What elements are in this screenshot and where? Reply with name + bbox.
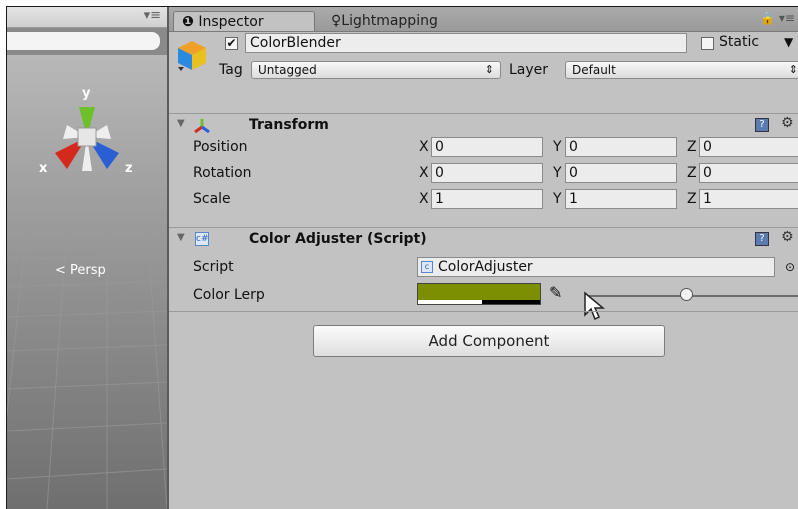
position-y-field[interactable]: 0 <box>565 137 677 157</box>
rotation-label: Rotation <box>193 165 252 181</box>
tab-inspector-label: Inspector <box>198 14 264 30</box>
scale-x-field[interactable]: 1 <box>431 189 543 209</box>
axis-z-label: Z <box>687 191 697 207</box>
scale-z-field[interactable]: 1 <box>699 189 798 209</box>
axis-y-label: Y <box>553 139 562 155</box>
transform-axes-icon <box>194 119 210 133</box>
script-object-field[interactable]: c ColorAdjuster <box>417 257 775 277</box>
color-adjuster-header[interactable]: ▼ c# Color Adjuster (Script) ? ⚙ <box>169 227 798 250</box>
eyedropper-icon[interactable]: ✎ <box>549 283 562 302</box>
tab-lightmapping[interactable]: ♀Lightmapping <box>323 11 483 31</box>
scene-search-input[interactable] <box>7 31 161 51</box>
editor-window: ▾≡ < Persp y x z ❶ Inspector ♀Lightmappi… <box>6 6 798 509</box>
foldout-arrow-icon[interactable]: ▼ <box>177 118 185 129</box>
tab-inspector[interactable]: ❶ Inspector <box>173 11 315 31</box>
add-component-button[interactable]: Add Component <box>313 325 665 357</box>
gear-icon[interactable]: ⚙ <box>781 115 794 131</box>
axis-y-label: Y <box>553 191 562 207</box>
axis-x-label: X <box>419 165 429 181</box>
axis-z-label: Z <box>687 165 697 181</box>
position-x-field[interactable]: 0 <box>431 137 543 157</box>
transform-header[interactable]: ▼ Transform ? ⚙ <box>169 113 798 136</box>
script-file-icon: c <box>421 261 433 273</box>
rotation-y-field[interactable]: 0 <box>565 163 677 183</box>
mouse-cursor-icon <box>584 291 605 321</box>
gear-icon[interactable]: ⚙ <box>781 229 794 245</box>
layer-value: Default <box>572 63 616 77</box>
position-z-field[interactable]: 0 <box>699 137 798 157</box>
lock-icon[interactable]: 🔒 ▾≡ <box>760 11 795 25</box>
dropdown-arrow-icon: ⇕ <box>788 63 798 76</box>
help-icon[interactable]: ? <box>755 232 769 246</box>
gizmo-z-label: z <box>125 161 133 176</box>
panel-menu-icon[interactable]: ▾≡ <box>144 8 161 23</box>
script-value: ColorAdjuster <box>438 259 533 275</box>
foldout-arrow-icon[interactable]: ▼ <box>177 232 185 243</box>
layer-dropdown[interactable]: Default ⇕ <box>565 61 798 79</box>
active-checkbox[interactable]: ✔ <box>225 37 238 50</box>
script-label: Script <box>193 259 234 275</box>
scene-orientation-gizmo-icon[interactable]: y x z <box>27 77 147 197</box>
color-swatch[interactable] <box>417 283 541 305</box>
inspector-panel: ❶ Inspector ♀Lightmapping 🔒 ▾≡ ✔ ColorBl… <box>169 7 798 509</box>
lightbulb-icon: ♀ <box>331 13 342 29</box>
axis-z-label: Z <box>687 139 697 155</box>
scene-view[interactable]: ▾≡ < Persp y x z <box>7 7 169 509</box>
object-name-field[interactable]: ColorBlender <box>245 33 687 53</box>
object-header: ✔ ColorBlender Static ▼ Tag Untagged ⇕ La… <box>169 31 798 83</box>
gizmo-x-label: x <box>39 161 48 176</box>
alpha-bar-white <box>418 300 482 304</box>
color-lerp-label: Color Lerp <box>193 287 265 303</box>
rotation-x-field[interactable]: 0 <box>431 163 543 183</box>
dropdown-arrow-icon: ⇕ <box>484 63 494 76</box>
layer-label: Layer <box>509 62 549 78</box>
tab-lightmapping-label: Lightmapping <box>341 13 438 29</box>
gizmo-y-label: y <box>82 86 91 101</box>
axis-x-label: X <box>419 191 429 207</box>
tag-value: Untagged <box>258 63 317 77</box>
axis-x-label: X <box>419 139 429 155</box>
scene-toolbar: ▾≡ <box>7 7 167 28</box>
tag-label: Tag <box>219 62 243 78</box>
lerp-slider-thumb[interactable] <box>680 288 693 301</box>
alpha-bar-black <box>482 300 540 304</box>
tag-dropdown[interactable]: Untagged ⇕ <box>251 61 501 79</box>
color-adjuster-title: Color Adjuster (Script) <box>249 231 427 247</box>
help-icon[interactable]: ? <box>755 118 769 132</box>
static-label: Static <box>719 34 760 50</box>
transform-title: Transform <box>249 117 329 133</box>
scale-y-field[interactable]: 1 <box>565 189 677 209</box>
component-divider <box>169 311 798 312</box>
tab-bar: ❶ Inspector ♀Lightmapping 🔒 ▾≡ <box>169 7 798 32</box>
info-icon: ❶ <box>182 14 194 30</box>
script-component-icon: c# <box>195 232 209 246</box>
object-picker-icon[interactable]: ⊙ <box>785 257 795 277</box>
rotation-z-field[interactable]: 0 <box>699 163 798 183</box>
axis-y-label: Y <box>553 165 562 181</box>
persp-label[interactable]: < Persp <box>55 263 106 278</box>
gameobject-cube-icon <box>178 41 206 71</box>
scale-label: Scale <box>193 191 231 207</box>
static-checkbox[interactable] <box>701 37 714 50</box>
position-label: Position <box>193 139 248 155</box>
static-dropdown-arrow-icon[interactable]: ▼ <box>784 33 793 51</box>
